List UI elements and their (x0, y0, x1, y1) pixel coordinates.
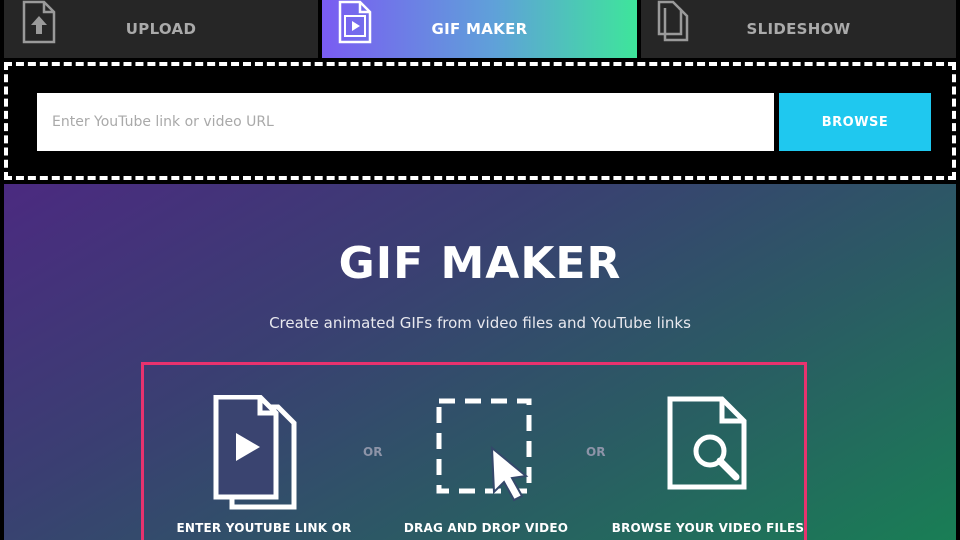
or-separator: OR (363, 445, 383, 459)
url-input[interactable] (37, 93, 774, 151)
tab-upload[interactable]: UPLOAD (4, 0, 318, 58)
copy-files-icon (655, 0, 693, 44)
option-youtube-link[interactable]: ENTER YOUTUBE LINK OR (164, 365, 364, 540)
url-drop-panel[interactable]: BROWSE (4, 62, 956, 180)
hero-subtitle: Create animated GIFs from video files an… (269, 314, 691, 332)
tab-slideshow[interactable]: SLIDESHOW (641, 0, 956, 58)
or-separator: OR (586, 445, 606, 459)
upload-options-box[interactable]: ENTER YOUTUBE LINK OR OR DRAG AND DROP V… (141, 362, 807, 540)
video-file-icon (336, 0, 374, 44)
option-youtube-label: ENTER YOUTUBE LINK OR (176, 521, 352, 535)
browse-button[interactable]: BROWSE (779, 93, 931, 151)
gif-maker-hero: GIF MAKER Create animated GIFs from vide… (4, 184, 956, 540)
tab-slideshow-label: SLIDESHOW (746, 20, 851, 38)
drag-drop-cursor-icon (436, 398, 532, 502)
option-drag-drop-label: DRAG AND DROP VIDEO (403, 521, 569, 535)
hero-title: GIF MAKER (338, 238, 622, 289)
option-browse-label: BROWSE YOUR VIDEO FILES (611, 521, 805, 535)
option-drag-drop[interactable]: DRAG AND DROP VIDEO (386, 365, 586, 540)
tab-gif-maker-label: GIF MAKER (431, 20, 528, 38)
top-tab-bar: UPLOAD GIF MAKER SLIDESHOW (0, 0, 960, 58)
upload-file-icon (20, 0, 58, 44)
option-browse-files[interactable]: BROWSE YOUR VIDEO FILES (608, 365, 808, 540)
file-search-icon (667, 396, 747, 490)
play-files-icon (213, 395, 297, 510)
tab-gif-maker[interactable]: GIF MAKER (322, 0, 637, 58)
tab-upload-label: UPLOAD (125, 20, 197, 38)
